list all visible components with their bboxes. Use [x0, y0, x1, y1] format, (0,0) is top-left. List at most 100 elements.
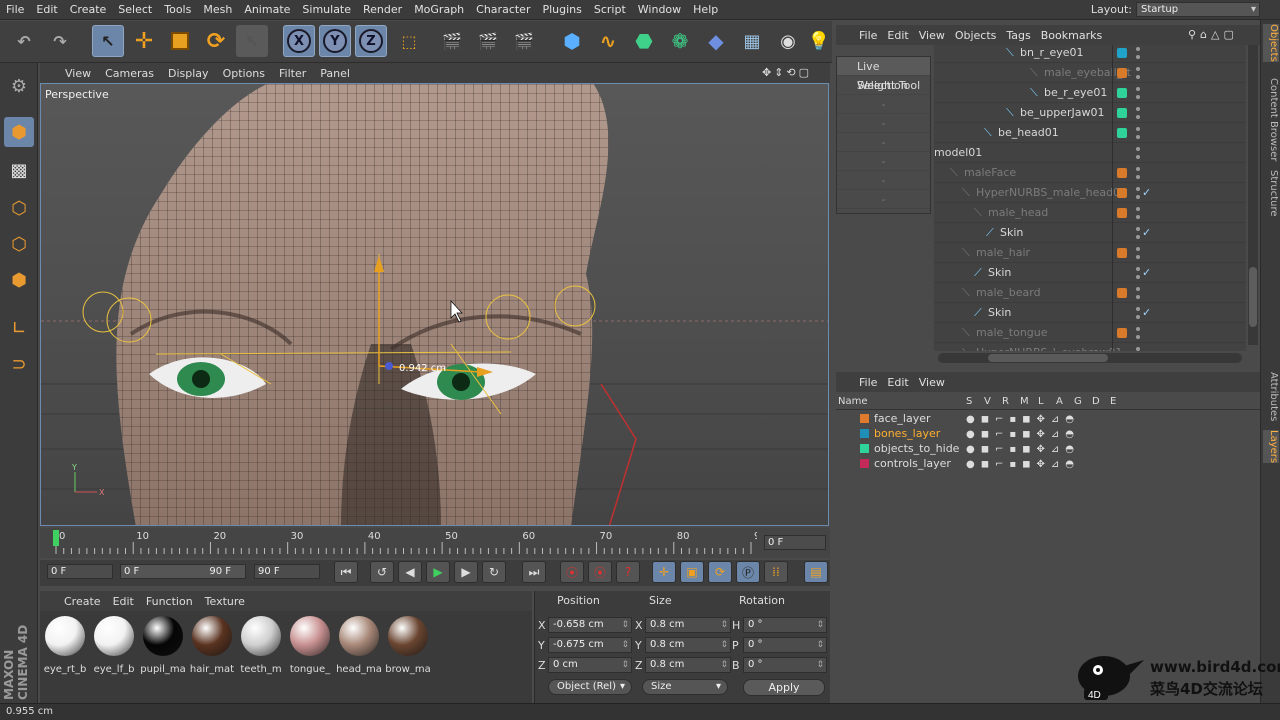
menu-render[interactable]: Render [357, 0, 408, 20]
object-row[interactable]: male_head ⟍ [934, 203, 1246, 223]
layer-color-tag[interactable] [1117, 288, 1127, 298]
layer-column-g[interactable]: G [1074, 396, 1082, 407]
make-editable-icon[interactable]: ⚙ [4, 71, 34, 101]
editor-visibility-dot[interactable] [1136, 107, 1140, 111]
rotation-h-field[interactable]: 0 ° [743, 617, 827, 633]
record-parameter-icon[interactable]: Ⓟ [736, 561, 760, 583]
render-visibility-dot[interactable] [1136, 115, 1140, 119]
render-visibility-dot[interactable] [1136, 135, 1140, 139]
material-menu-edit[interactable]: Edit [107, 595, 140, 608]
play-forward-icon[interactable]: ▶ [426, 561, 450, 583]
timeline-window-icon[interactable]: ▤ [804, 561, 828, 583]
object-menu-view[interactable]: View [914, 29, 950, 42]
layer-color-tag[interactable] [1117, 328, 1127, 338]
menu-script[interactable]: Script [588, 0, 632, 20]
size-y-field[interactable]: 0.8 cm [645, 637, 731, 653]
render-picture-viewer-icon[interactable]: 🎬 [472, 25, 504, 57]
render-view-icon[interactable]: 🎬 [436, 25, 468, 57]
polygons-mode-icon[interactable]: ⬢ [4, 265, 34, 295]
hscroll-thumb[interactable] [988, 354, 1108, 362]
material-menu-function[interactable]: Function [140, 595, 199, 608]
layer-column-s[interactable]: S [966, 396, 972, 407]
layer-column-m[interactable]: M [1020, 396, 1029, 407]
viewport-nav-icons[interactable]: ✥⇕⟲▢ [762, 66, 812, 79]
tool-list-item[interactable]: - [837, 171, 930, 190]
tool-list-item[interactable]: Weight Tool [837, 76, 930, 95]
layer-flag-icons[interactable]: ●◼⌐▪◼✥⊿◓ [966, 427, 1080, 442]
size-x-field[interactable]: 0.8 cm [645, 617, 731, 633]
object-row[interactable]: male_hair ⟍ [934, 243, 1246, 263]
layer-color-tag[interactable] [1117, 108, 1127, 118]
layer-color-tag[interactable] [1117, 48, 1127, 58]
timeline[interactable]: 0 10 20 30 40 50 60 70 80 90 [40, 528, 830, 558]
layer-color-tag[interactable] [1117, 68, 1127, 78]
object-row[interactable]: be_r_eye01 ⟍ [934, 83, 1246, 103]
object-row[interactable]: be_upperJaw01 ⟍ [934, 103, 1246, 123]
tab-structure[interactable]: Structure [1263, 170, 1279, 217]
editor-visibility-dot[interactable] [1136, 67, 1140, 71]
array-icon[interactable]: ❁ [664, 25, 696, 57]
tool-list-item[interactable]: - [837, 152, 930, 171]
vscroll-thumb[interactable] [1249, 267, 1257, 327]
tab-layers[interactable]: Layers [1263, 430, 1279, 464]
perspective-viewport[interactable]: Y X Perspective 0.942 cm [40, 83, 829, 526]
z-axis-lock-icon[interactable]: Z [355, 25, 387, 57]
editor-visibility-dot[interactable] [1136, 307, 1140, 311]
menu-mograph[interactable]: MoGraph [408, 0, 470, 20]
keyframe-selection-icon[interactable]: ? [616, 561, 640, 583]
layer-row[interactable]: controls_layer ●◼⌐▪◼✥⊿◓ [836, 456, 1260, 471]
menu-file[interactable]: File [0, 0, 30, 20]
object-row[interactable]: male_eyeball_rt ⟍ [934, 63, 1246, 83]
layer-color-swatch[interactable] [860, 444, 869, 453]
render-settings-icon[interactable]: 🎬 [508, 25, 540, 57]
editor-visibility-dot[interactable] [1136, 267, 1140, 271]
material-swatch[interactable]: hair_mat [189, 614, 235, 678]
viewport-menu-panel[interactable]: Panel [313, 67, 357, 80]
object-row[interactable]: model01 [934, 143, 1246, 163]
object-row[interactable]: Skin ⟋ ✓ [934, 263, 1246, 283]
size-z-field[interactable]: 0.8 cm [645, 657, 731, 673]
material-menu-create[interactable]: Create [58, 595, 107, 608]
object-row[interactable]: HyperNURBS_male_head01 ⟍ ✓ [934, 183, 1246, 203]
layer-column-r[interactable]: R [1002, 396, 1009, 407]
menu-plugins[interactable]: Plugins [536, 0, 587, 20]
layer-color-tag[interactable] [1117, 168, 1127, 178]
object-row[interactable]: Skin ⟋ ✓ [934, 303, 1246, 323]
layer-color-tag[interactable] [1117, 208, 1127, 218]
record-point-level-icon[interactable]: ⁞⁞ [764, 561, 788, 583]
model-mode-icon[interactable]: ⬢ [4, 117, 34, 147]
enabled-check-icon[interactable]: ✓ [1142, 183, 1151, 203]
x-axis-lock-icon[interactable]: X [283, 25, 315, 57]
texture-mode-icon[interactable]: ▩ [4, 155, 34, 185]
enabled-check-icon[interactable]: ✓ [1142, 263, 1151, 283]
menu-simulate[interactable]: Simulate [296, 0, 357, 20]
material-swatch[interactable]: brow_ma [385, 614, 431, 678]
live-selection-tool-icon[interactable]: ↖ [92, 25, 124, 57]
next-frame-icon[interactable]: ▶ [454, 561, 478, 583]
next-key-icon[interactable]: ↻ [482, 561, 506, 583]
object-tree-vscrollbar[interactable] [1248, 45, 1258, 345]
end-frame-input[interactable]: 90 F [254, 564, 320, 579]
menu-create[interactable]: Create [64, 0, 113, 20]
tool-list-item[interactable]: - [837, 114, 930, 133]
tool-list-item[interactable]: - [837, 95, 930, 114]
cube-primitive-icon[interactable]: ⬢ [556, 25, 588, 57]
layer-color-tag[interactable] [1117, 188, 1127, 198]
render-visibility-dot[interactable] [1136, 175, 1140, 179]
viewport-menu-display[interactable]: Display [161, 67, 216, 80]
camera-icon[interactable]: ◉ [772, 25, 804, 57]
render-visibility-dot[interactable] [1136, 95, 1140, 99]
editor-visibility-dot[interactable] [1136, 127, 1140, 131]
menu-character[interactable]: Character [470, 0, 536, 20]
layer-column-a[interactable]: A [1056, 396, 1063, 407]
layer-column-name[interactable]: Name [838, 396, 868, 407]
material-swatch[interactable]: pupil_ma [140, 614, 186, 678]
record-scale-icon[interactable]: ▣ [680, 561, 704, 583]
layer-column-e[interactable]: E [1110, 396, 1116, 407]
object-manager-nav-icons[interactable]: ⚲⌂△▢ [1188, 28, 1238, 41]
apply-button[interactable]: Apply [743, 679, 825, 696]
render-visibility-dot[interactable] [1136, 75, 1140, 79]
object-tree-hscrollbar[interactable] [938, 353, 1242, 363]
go-to-end-icon[interactable]: ⏭ [522, 561, 546, 583]
layer-menu-view[interactable]: View [914, 376, 950, 389]
